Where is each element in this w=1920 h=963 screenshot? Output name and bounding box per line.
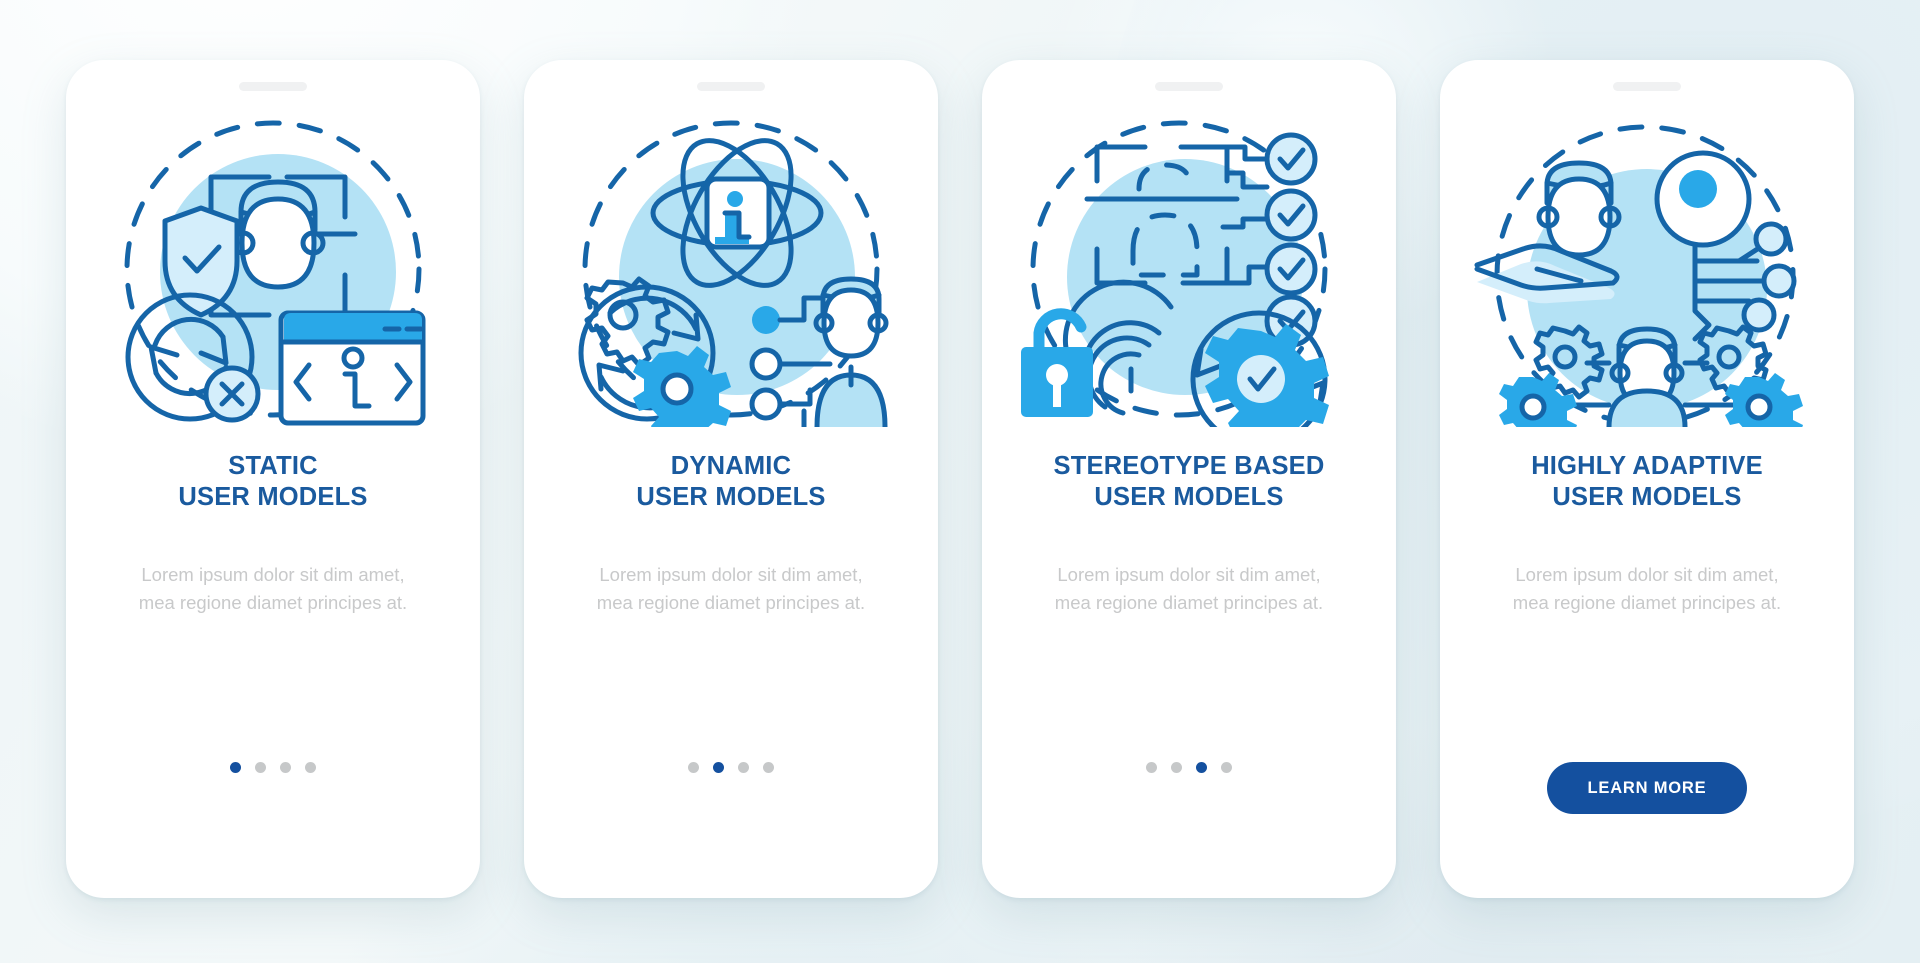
screen-title-line-2: USER MODELS bbox=[1094, 483, 1284, 512]
pagination-dots[interactable] bbox=[230, 762, 316, 773]
screen-title: STATIC USER MODELS bbox=[152, 451, 393, 513]
phone-speaker-bar bbox=[1155, 82, 1223, 91]
screen-body-text: Lorem ipsum dolor sit dim amet, mea regi… bbox=[1512, 564, 1782, 613]
onboarding-screen-dynamic-user-models: DYNAMIC USER MODELS Lorem ipsum dolor si… bbox=[524, 60, 938, 898]
pagination-dots[interactable] bbox=[688, 762, 774, 773]
pagination-dot-2[interactable] bbox=[1171, 762, 1182, 773]
pagination-dot-4[interactable] bbox=[1221, 762, 1232, 773]
pagination-dot-1[interactable] bbox=[230, 762, 241, 773]
screen-footer bbox=[66, 648, 480, 898]
screen-title-line-1: DYNAMIC bbox=[670, 452, 792, 480]
pagination-dot-1[interactable] bbox=[1146, 762, 1157, 773]
screen-title-line-2: USER MODELS bbox=[636, 483, 826, 512]
screen-body-text: Lorem ipsum dolor sit dim amet, mea regi… bbox=[596, 564, 866, 613]
pagination-dot-2[interactable] bbox=[713, 762, 724, 773]
pagination-dot-3[interactable] bbox=[738, 762, 749, 773]
screen-title: STEREOTYPE BASED USER MODELS bbox=[1028, 451, 1351, 513]
screen-title-line-1: HIGHLY ADAPTIVE bbox=[1531, 452, 1763, 480]
screen-footer bbox=[982, 648, 1396, 898]
pagination-dot-3[interactable] bbox=[280, 762, 291, 773]
screen-body-text: Lorem ipsum dolor sit dim amet, mea regi… bbox=[1054, 564, 1324, 613]
phone-speaker-bar bbox=[697, 82, 765, 91]
screen-title-line-2: USER MODELS bbox=[178, 483, 368, 512]
onboarding-screen-static-user-models: STATIC USER MODELS Lorem ipsum dolor sit… bbox=[66, 60, 480, 898]
phone-speaker-bar bbox=[1613, 82, 1681, 91]
screen-footer bbox=[524, 648, 938, 898]
pagination-dot-4[interactable] bbox=[305, 762, 316, 773]
onboarding-screens-row: STATIC USER MODELS Lorem ipsum dolor sit… bbox=[0, 0, 1920, 963]
pagination-dot-3[interactable] bbox=[1196, 762, 1207, 773]
screen-footer: LEARN MORE bbox=[1440, 648, 1854, 898]
screen-title-line-1: STATIC bbox=[228, 452, 318, 480]
screen-title-line-1: STEREOTYPE BASED bbox=[1053, 452, 1325, 480]
illustration-atom-info-gears-network-person bbox=[551, 117, 911, 427]
pagination-dot-2[interactable] bbox=[255, 762, 266, 773]
illustration-face-scan-shield-refresh-browser bbox=[93, 117, 453, 427]
screen-body-text: Lorem ipsum dolor sit dim amet, mea regi… bbox=[138, 564, 408, 613]
onboarding-screen-stereotype-based-user-models: STEREOTYPE BASED USER MODELS Lorem ipsum… bbox=[982, 60, 1396, 898]
screen-title-line-2: USER MODELS bbox=[1552, 483, 1742, 512]
screen-title: HIGHLY ADAPTIVE USER MODELS bbox=[1505, 451, 1789, 513]
phone-speaker-bar bbox=[239, 82, 307, 91]
illustration-head-on-hand-key-circuit-person-gears bbox=[1467, 117, 1827, 427]
learn-more-button[interactable]: LEARN MORE bbox=[1547, 762, 1747, 814]
pagination-dots[interactable] bbox=[1146, 762, 1232, 773]
illustration-face-scan-checklist-padlock-fingerprint-gear bbox=[1009, 117, 1369, 427]
screen-title: DYNAMIC USER MODELS bbox=[610, 451, 851, 513]
pagination-dot-4[interactable] bbox=[763, 762, 774, 773]
onboarding-screen-highly-adaptive-user-models: HIGHLY ADAPTIVE USER MODELS Lorem ipsum … bbox=[1440, 60, 1854, 898]
pagination-dot-1[interactable] bbox=[688, 762, 699, 773]
